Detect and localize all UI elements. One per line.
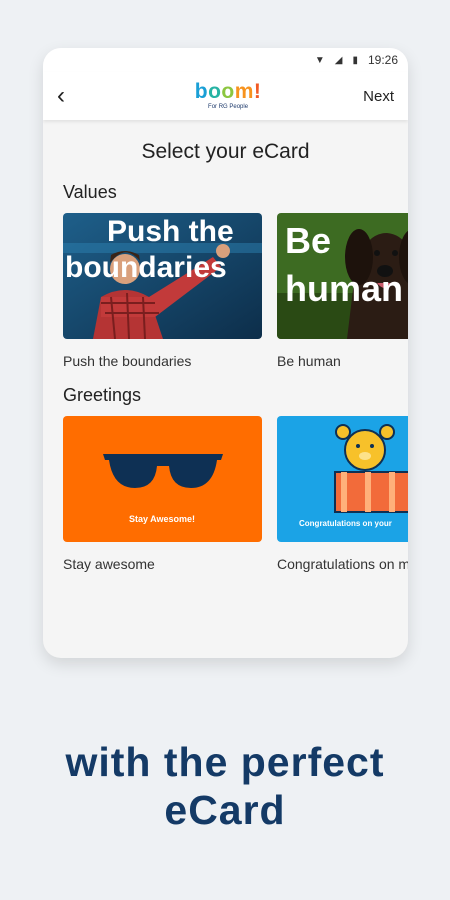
ecard-image: Be human: [277, 213, 408, 339]
main-content: Select your eCard Values Push the bounda…: [43, 120, 408, 576]
ecard-image: Congratulations on your: [277, 416, 408, 542]
gift-box-icon: [334, 471, 408, 513]
status-time: 19:26: [367, 53, 398, 67]
promo-tagline: with the perfect eCard: [0, 738, 450, 834]
tagline-line1: with the perfect: [65, 739, 385, 785]
ecard-label: Push the boundaries: [63, 353, 192, 369]
page-title: Select your eCard: [141, 140, 310, 163]
values-carousel[interactable]: Push the boundaries Push the boundaries: [63, 213, 408, 373]
section-heading-greetings: Greetings: [63, 385, 142, 405]
ecard-be-human[interactable]: Be human Be human: [277, 213, 408, 373]
ecard-overlay-line1: Push the: [107, 215, 234, 248]
ecard-image: Push the boundaries: [63, 213, 262, 339]
boom-logo: boom! For RG People: [194, 80, 262, 110]
phone-frame: ▼ ◢ ▮ 19:26 ‹ boom! For RG People Next S…: [43, 48, 408, 658]
section-heading-values: Values: [63, 182, 117, 202]
ecard-label: Congratulations on mini me: [277, 556, 408, 572]
battery-icon: ▮: [352, 54, 358, 66]
ecard-push-the-boundaries[interactable]: Push the boundaries Push the boundaries: [63, 213, 262, 373]
back-button[interactable]: ‹: [57, 82, 85, 110]
ecard-overlay-text: Congratulations on your: [299, 519, 392, 528]
next-button[interactable]: Next: [363, 88, 394, 105]
ecard-congratulations-mini-me[interactable]: Congratulations on your Congratulations …: [277, 416, 408, 576]
ecard-label: Stay awesome: [63, 556, 155, 572]
logo-subtitle: For RG People: [208, 104, 249, 110]
ecard-overlay-text: Stay Awesome!: [129, 514, 195, 524]
tagline-line2: eCard: [164, 787, 286, 833]
signal-icon: ◢: [334, 54, 343, 66]
ecard-overlay-line1: Be: [285, 220, 331, 261]
ecard-image: Stay Awesome!: [63, 416, 262, 542]
wifi-icon: ▼: [314, 54, 325, 66]
ecard-label: Be human: [277, 353, 341, 369]
app-bar: ‹ boom! For RG People Next: [43, 72, 408, 120]
ecard-overlay-line2: human: [285, 268, 403, 309]
status-bar: ▼ ◢ ▮ 19:26: [43, 48, 408, 72]
ecard-overlay-line2: boundaries: [65, 251, 227, 284]
ecard-stay-awesome[interactable]: Stay Awesome! Stay awesome: [63, 416, 262, 576]
greetings-carousel[interactable]: Stay Awesome! Stay awesome Congratulatio…: [63, 416, 408, 576]
